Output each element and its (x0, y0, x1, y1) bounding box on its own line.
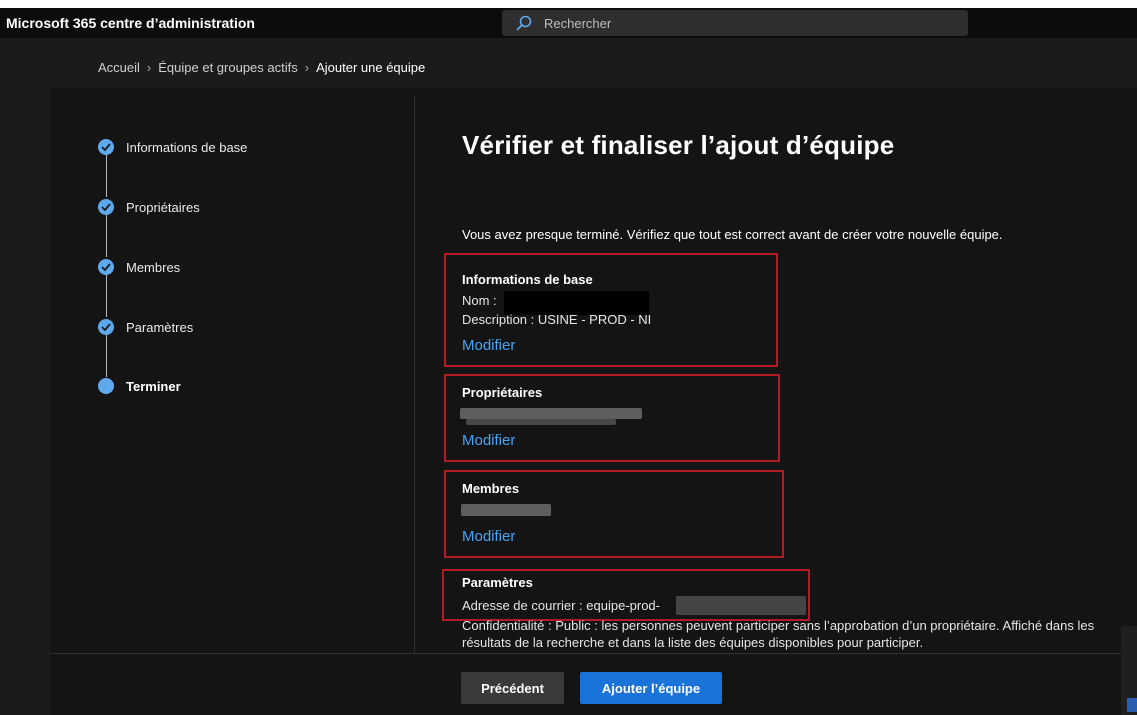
footer-divider (50, 653, 1137, 654)
checkmark-icon (98, 319, 114, 335)
step-connector (106, 155, 107, 197)
chevron-right-icon: › (304, 60, 310, 75)
step-connector (106, 215, 107, 257)
app-title[interactable]: Microsoft 365 centre d’administration (6, 15, 255, 31)
settings-title: Paramètres (462, 575, 533, 590)
basic-info-title: Informations de base (462, 272, 593, 287)
members-title: Membres (462, 481, 520, 496)
redacted-owner-name (460, 408, 642, 419)
checkmark-icon (98, 139, 114, 155)
search-input[interactable]: Rechercher (544, 16, 611, 31)
step-settings[interactable]: Paramètres (126, 320, 193, 335)
privacy-line-1: Confidentialité : Public : les personnes… (462, 618, 1095, 633)
previous-button[interactable]: Précédent (461, 672, 564, 704)
step-basic-info[interactable]: Informations de base (126, 140, 247, 155)
checkmark-icon (98, 199, 114, 215)
team-name-label: Nom : (462, 293, 497, 308)
redacted-email-suffix (676, 596, 806, 615)
breadcrumb-current: Ajouter une équipe (316, 60, 426, 75)
step-connector (106, 335, 107, 377)
step-members[interactable]: Membres (126, 260, 180, 275)
intro-text: Vous avez presque terminé. Vérifiez que … (462, 227, 1003, 242)
edit-basic-info-link[interactable]: Modifier (462, 337, 515, 354)
breadcrumb-home[interactable]: Accueil (98, 60, 140, 75)
page-title: Vérifier et finaliser l’ajout d’équipe (462, 130, 895, 160)
owners-title: Propriétaires (462, 385, 543, 400)
breadcrumb-teams-groups[interactable]: Équipe et groupes actifs (158, 60, 297, 75)
step-owners[interactable]: Propriétaires (126, 200, 200, 215)
team-description: Description : USINE - PROD - NI (462, 312, 652, 327)
add-team-button[interactable]: Ajouter l’équipe (580, 672, 722, 704)
step-connector (106, 275, 107, 317)
stepper-divider (414, 95, 415, 653)
top-bar: Microsoft 365 centre d’administration Re… (0, 8, 1137, 38)
edit-members-link[interactable]: Modifier (462, 528, 515, 545)
chevron-right-icon: › (146, 60, 152, 75)
current-step-icon (98, 378, 114, 394)
team-email: Adresse de courrier : equipe-prod- (462, 598, 660, 613)
search-icon (516, 15, 532, 31)
breadcrumb: Accueil › Équipe et groupes actifs › Ajouter… (98, 60, 425, 75)
admin-app: Microsoft 365 centre d’administration Re… (0, 8, 1137, 715)
checkmark-icon (98, 259, 114, 275)
redacted-owner-email (466, 419, 616, 425)
privacy-line-2: résultats de la recherche et dans la lis… (462, 635, 924, 650)
search-box[interactable]: Rechercher (502, 10, 968, 36)
redacted-member-name (461, 504, 551, 516)
step-finish: Terminer (126, 379, 181, 394)
help-button-edge[interactable] (1127, 698, 1137, 712)
edit-owners-link[interactable]: Modifier (462, 432, 515, 449)
